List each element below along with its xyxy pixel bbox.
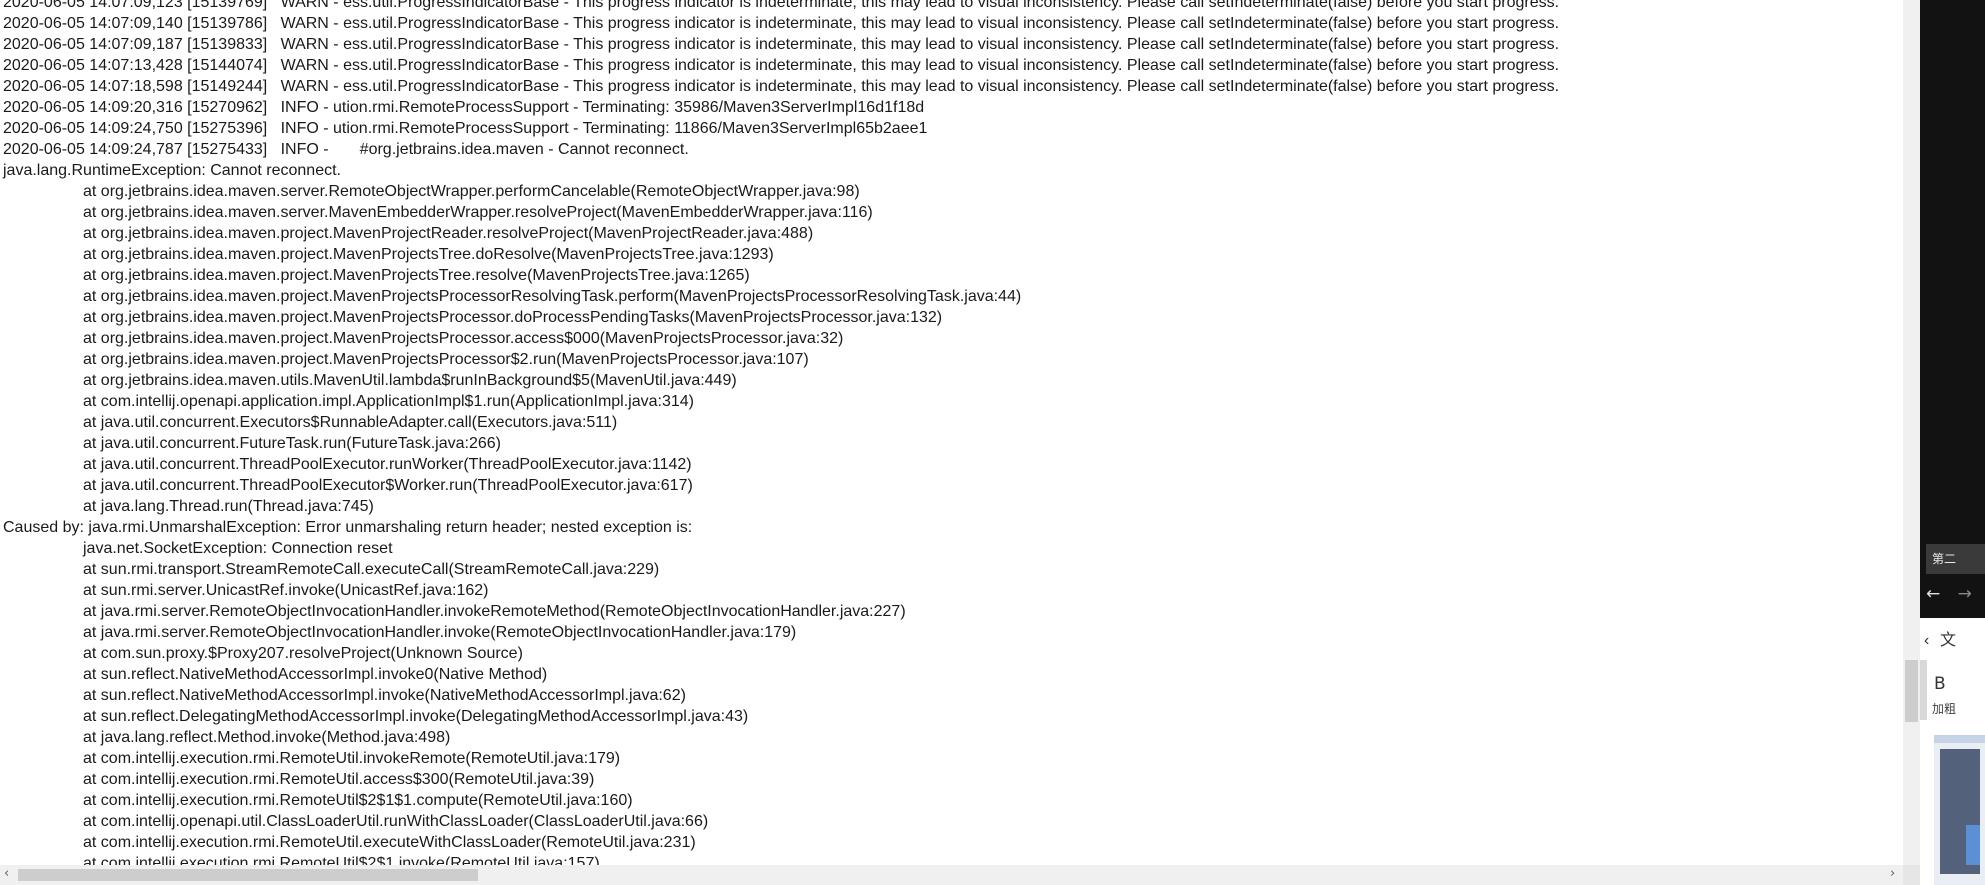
- doc-header[interactable]: ‹ 文: [1920, 626, 1985, 656]
- log-line: at sun.reflect.NativeMethodAccessorImpl.…: [83, 687, 686, 704]
- side-window-tab[interactable]: 第二: [1926, 544, 1985, 574]
- log-line: at com.intellij.execution.rmi.RemoteUtil…: [83, 834, 696, 851]
- log-line: at org.jetbrains.idea.maven.project.Mave…: [83, 288, 1022, 305]
- screenshot-thumbnail[interactable]: [1934, 735, 1985, 885]
- log-line: 2020-06-05 14:09:20,316 [15270962] INFO …: [3, 99, 925, 116]
- log-line: at com.intellij.execution.rmi.RemoteUtil…: [83, 771, 595, 788]
- log-line: at sun.rmi.server.UnicastRef.invoke(Unic…: [83, 582, 489, 599]
- bold-button[interactable]: B: [1934, 674, 1946, 694]
- log-line: at sun.reflect.DelegatingMethodAccessorI…: [83, 708, 749, 725]
- bold-label: 加粗: [1932, 702, 1957, 716]
- forward-arrow-icon[interactable]: →: [1958, 584, 1972, 604]
- log-line: at org.jetbrains.idea.maven.server.Remot…: [83, 183, 860, 200]
- side-window-scroll-strip: [1920, 660, 1927, 720]
- scrollbar-corner: [1903, 865, 1920, 885]
- log-line: at org.jetbrains.idea.maven.server.Maven…: [83, 204, 873, 221]
- horizontal-scrollbar-thumb[interactable]: [18, 869, 478, 881]
- log-line: 2020-06-05 14:07:09,187 [15139833] WARN …: [3, 36, 1560, 53]
- side-window-nav: ← →: [1920, 580, 1985, 608]
- log-line: 2020-06-05 14:07:09,140 [15139786] WARN …: [3, 15, 1560, 32]
- scroll-right-arrow-icon[interactable]: ›: [1890, 866, 1895, 881]
- log-line: at java.util.concurrent.FutureTask.run(F…: [83, 435, 501, 452]
- log-line: at java.util.concurrent.ThreadPoolExecut…: [83, 477, 693, 494]
- log-line: at org.jetbrains.idea.maven.utils.MavenU…: [83, 372, 737, 389]
- log-line: at com.intellij.execution.rmi.RemoteUtil…: [83, 855, 600, 865]
- thumbnail-titlebar: [1934, 735, 1985, 743]
- log-line: at org.jetbrains.idea.maven.project.Mave…: [83, 267, 750, 284]
- side-window: 第二 ← → ‹ 文 B 加粗: [1920, 0, 1985, 885]
- log-line: at com.sun.proxy.$Proxy207.resolveProjec…: [83, 645, 523, 662]
- log-line: java.lang.RuntimeException: Cannot recon…: [3, 162, 341, 179]
- log-line: 2020-06-05 14:09:24,787 [15275433] INFO …: [3, 141, 689, 158]
- vertical-scrollbar[interactable]: [1903, 0, 1920, 865]
- doc-header-title: 文: [1940, 632, 1957, 649]
- log-line: at com.intellij.openapi.application.impl…: [83, 393, 694, 410]
- log-line: 2020-06-05 14:09:24,750 [15275396] INFO …: [3, 120, 928, 137]
- log-line: at com.intellij.execution.rmi.RemoteUtil…: [83, 792, 633, 809]
- log-line: 2020-06-05 14:07:18,598 [15149244] WARN …: [3, 78, 1560, 95]
- log-line: at com.intellij.execution.rmi.RemoteUtil…: [83, 750, 621, 767]
- back-arrow-icon[interactable]: ←: [1926, 584, 1940, 604]
- log-line: at org.jetbrains.idea.maven.project.Mave…: [83, 225, 814, 242]
- log-line: at sun.rmi.transport.StreamRemoteCall.ex…: [83, 561, 660, 578]
- vertical-scrollbar-thumb[interactable]: [1905, 660, 1918, 722]
- chevron-left-icon[interactable]: ‹: [1924, 626, 1929, 656]
- thumbnail-highlight: [1966, 825, 1980, 865]
- log-line: at org.jetbrains.idea.maven.project.Mave…: [83, 351, 809, 368]
- log-line: 2020-06-05 14:07:13,428 [15144074] WARN …: [3, 57, 1560, 74]
- log-line: 2020-06-05 14:07:09,123 [15139769] WARN …: [3, 0, 1560, 11]
- horizontal-scrollbar[interactable]: ‹ ›: [0, 865, 1903, 885]
- log-line: at org.jetbrains.idea.maven.project.Mave…: [83, 246, 774, 263]
- log-line: at java.util.concurrent.ThreadPoolExecut…: [83, 456, 692, 473]
- log-line: at java.lang.reflect.Method.invoke(Metho…: [83, 729, 451, 746]
- log-line: at org.jetbrains.idea.maven.project.Mave…: [83, 330, 844, 347]
- log-lines: 2020-06-05 14:07:09,123 [15139769] WARN …: [3, 0, 1559, 865]
- log-viewer[interactable]: 2020-06-05 14:07:09,123 [15139769] WARN …: [0, 0, 1903, 865]
- side-window-dark-area: [1920, 0, 1985, 618]
- log-line: at org.jetbrains.idea.maven.project.Mave…: [83, 309, 943, 326]
- log-line: at java.rmi.server.RemoteObjectInvocatio…: [83, 624, 797, 641]
- log-line: at java.rmi.server.RemoteObjectInvocatio…: [83, 603, 906, 620]
- side-window-tab-label: 第二: [1932, 552, 1957, 566]
- log-line: at java.lang.Thread.run(Thread.java:745): [83, 498, 374, 515]
- log-line: at com.intellij.openapi.util.ClassLoader…: [83, 813, 709, 830]
- log-line: Caused by: java.rmi.UnmarshalException: …: [3, 519, 693, 536]
- scroll-left-arrow-icon[interactable]: ‹: [4, 866, 9, 881]
- log-line: java.net.SocketException: Connection res…: [83, 540, 393, 557]
- log-line: at sun.reflect.NativeMethodAccessorImpl.…: [83, 666, 548, 683]
- log-line: at java.util.concurrent.Executors$Runnab…: [83, 414, 618, 431]
